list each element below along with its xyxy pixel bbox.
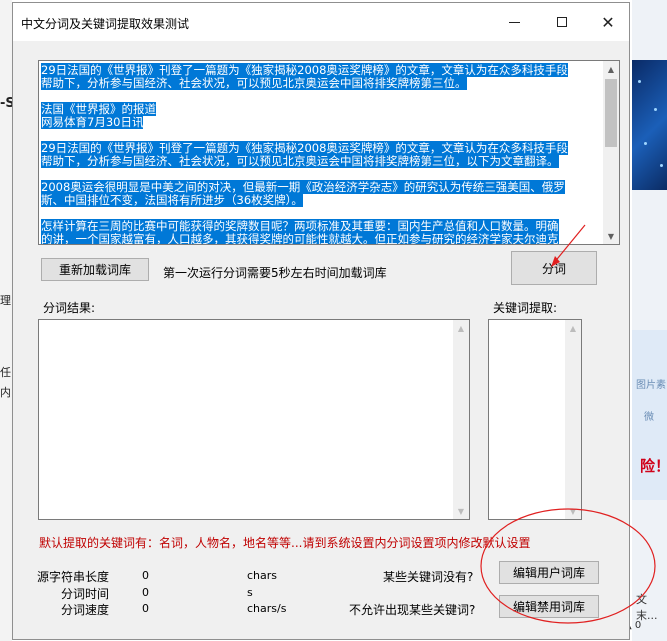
desktop-text-end: 文末...: [636, 593, 658, 622]
source-paragraph: 29日法国的《世界报》刊登了一篇题为《独家揭秘2008奥运奖牌榜》的文章，文章认…: [41, 63, 592, 90]
source-line: 法国《世界报》的报道: [41, 102, 156, 116]
segment-speed-unit: chars/s: [247, 602, 287, 615]
scroll-up-icon[interactable]: ▲: [603, 61, 619, 77]
segment-time-unit: s: [247, 586, 253, 599]
desktop-text-n: 内: [0, 386, 11, 399]
source-line: 的讲，一个国家越富有，人口越多，其获得奖牌的可能性就越大。但正如参与研究的经济学…: [41, 232, 559, 245]
default-keywords-note: 默认提取的关键词有：名词，人物名，地名等等...请到系统设置内分词设置项内修改默…: [39, 536, 531, 550]
maximize-button[interactable]: [539, 3, 585, 41]
banned-keywords-question: 不允许出现某些关键词?: [349, 603, 476, 617]
keywords-label: 关键词提取:: [493, 301, 558, 315]
source-length-value: 0: [142, 569, 149, 582]
title-bar[interactable]: 中文分词及关键词提取效果测试 ✕: [13, 3, 629, 41]
scroll-thumb[interactable]: [605, 79, 617, 147]
segment-time-label: 分词时间: [60, 587, 109, 601]
source-line: 斯、中国排位不变，法国将有所进步（36枚奖牌）。: [41, 193, 303, 207]
missing-keywords-question: 某些关键词没有?: [383, 570, 474, 584]
scroll-down-icon[interactable]: ▼: [603, 228, 619, 244]
window-title: 中文分词及关键词提取效果测试: [21, 17, 190, 31]
edit-banned-dictionary-button[interactable]: 编辑禁用词库: [499, 595, 599, 618]
source-line: 29日法国的《世界报》刊登了一篇题为《独家揭秘2008奥运奖牌榜》的文章，文章认…: [41, 63, 568, 77]
desktop-text-r: 任: [0, 366, 11, 379]
result-textbox[interactable]: ▲ ▼: [38, 319, 470, 520]
source-line: 网易体育7月30日讯: [41, 115, 144, 129]
result-scrollbar[interactable]: ▲ ▼: [453, 320, 469, 519]
result-label: 分词结果:: [43, 301, 96, 315]
source-textarea[interactable]: 29日法国的《世界报》刊登了一篇题为《独家揭秘2008奥运奖牌榜》的文章，文章认…: [38, 60, 620, 245]
keywords-scrollbar[interactable]: ▲ ▼: [565, 320, 581, 519]
desktop-banner: [632, 60, 667, 190]
keywords-textbox[interactable]: ▲ ▼: [488, 319, 582, 520]
desktop-text-wei: 微: [644, 412, 654, 423]
source-line: 29日法国的《世界报》刊登了一篇题为《独家揭秘2008奥运奖牌榜》的文章，文章认…: [41, 141, 568, 155]
source-line: 帮助下，分析参与国经济、社会状况，可以预见北京奥运会中国将排奖牌榜第三位。: [41, 76, 467, 90]
close-icon: ✕: [601, 12, 615, 32]
source-paragraph: 怎样计算在三周的比赛中可能获得的奖牌数目呢？两项标准及其重要：国内生产总值和人口…: [41, 219, 592, 245]
desktop-text-pic: 图片素: [636, 380, 666, 391]
desktop-warning-text: 险！: [640, 457, 667, 475]
scroll-up-icon[interactable]: ▲: [453, 320, 469, 336]
source-paragraph: 2008奥运会很明显是中美之间的对决，但最新一期《政治经济学杂志》的研究认为传统…: [41, 180, 592, 207]
desktop-text-g: 理: [0, 294, 11, 307]
close-button[interactable]: ✕: [585, 3, 631, 41]
scroll-down-icon[interactable]: ▼: [453, 503, 469, 519]
source-scrollbar[interactable]: ▲ ▼: [603, 61, 619, 244]
edit-user-dictionary-button[interactable]: 编辑用户词库: [499, 561, 599, 584]
source-line: 2008奥运会很明显是中美之间的对决，但最新一期《政治经济学杂志》的研究认为传统…: [41, 180, 565, 194]
source-paragraph: 法国《世界报》的报道 网易体育7月30日讯: [41, 102, 592, 129]
scroll-up-icon[interactable]: ▲: [565, 320, 581, 336]
minimize-icon: [508, 21, 520, 23]
source-text-content: 29日法国的《世界报》刊登了一篇题为《独家揭秘2008奥运奖牌榜》的文章，文章认…: [41, 63, 592, 245]
reload-dictionary-button[interactable]: 重新加载词库: [41, 258, 149, 281]
source-paragraph: 29日法国的《世界报》刊登了一篇题为《独家揭秘2008奥运奖牌榜》的文章，文章认…: [41, 141, 592, 168]
minimize-button[interactable]: [491, 3, 537, 41]
scroll-down-icon[interactable]: ▼: [565, 503, 581, 519]
maximize-icon: [557, 17, 567, 27]
segment-speed-value: 0: [142, 602, 149, 615]
segment-button[interactable]: 分词: [511, 251, 597, 285]
source-line: 帮助下，分析参与国经济、社会状况，可以预见北京奥运会中国将排奖牌榜第三位，以下为…: [41, 154, 559, 168]
source-length-unit: chars: [247, 569, 278, 582]
main-window: 中文分词及关键词提取效果测试 ✕ 29日法国的《世界报》刊登了一篇题为《独家揭秘…: [12, 2, 630, 640]
segment-speed-label: 分词速度: [60, 603, 109, 617]
source-length-label: 源字符串长度: [36, 570, 109, 584]
source-line: 怎样计算在三周的比赛中可能获得的奖牌数目呢？两项标准及其重要：国内生产总值和人口…: [41, 219, 559, 233]
load-note: 第一次运行分词需要5秒左右时间加载词库: [163, 266, 387, 280]
segment-time-value: 0: [142, 586, 149, 599]
